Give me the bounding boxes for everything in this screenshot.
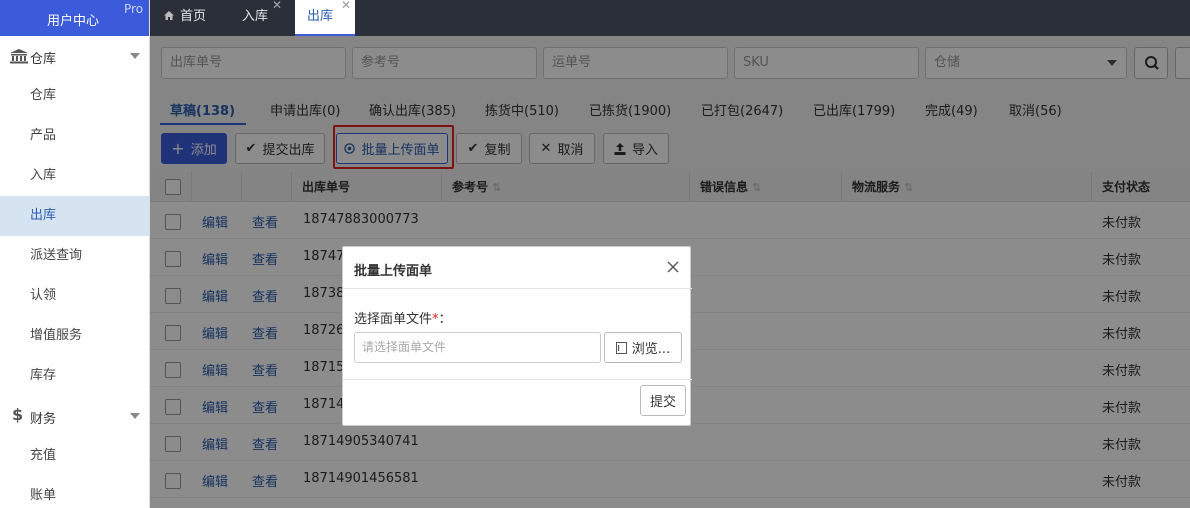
brand-title: 用户中心	[47, 14, 100, 29]
tab-outbound-label: 出库	[307, 9, 334, 24]
dialog-header: 批量上传面单	[343, 247, 692, 289]
tab-home-label: 首页	[180, 9, 207, 24]
file-path-input[interactable]: 请选择面单文件	[354, 332, 601, 363]
sidebar-item-inbound[interactable]: 入库	[0, 156, 149, 196]
home-icon	[164, 0, 174, 20]
chevron-down-icon	[130, 413, 140, 419]
sidebar-group-warehouse[interactable]: 仓库	[0, 36, 149, 76]
batch-upload-dialog: 批量上传面单 选择面单文件*： 请选择面单文件 浏览... 提交	[342, 246, 692, 426]
sidebar-item-recharge[interactable]: 充值	[0, 436, 149, 476]
sidebar: 用户中心 Pro 仓库 仓库 产品 入库 出库 派送查询 认领 增值服务 库存 …	[0, 0, 150, 508]
dialog-title: 批量上传面单	[354, 264, 433, 279]
sidebar-item-bills[interactable]: 账单	[0, 476, 149, 508]
tab-outbound[interactable]: 出库 ✕	[295, 0, 355, 36]
browse-label: 浏览...	[631, 342, 671, 357]
sidebar-item-outbound[interactable]: 出库	[0, 196, 149, 236]
top-tab-bar: 首页 入库 ✕ 出库 ✕	[150, 0, 1190, 36]
bank-icon	[9, 48, 29, 64]
close-icon[interactable]: ✕	[272, 0, 282, 22]
dollar-icon: $	[12, 405, 24, 424]
sidebar-item-inventory[interactable]: 库存	[0, 356, 149, 396]
file-field-label: 选择面单文件*：	[354, 312, 452, 327]
tab-home[interactable]: 首页	[164, 0, 206, 36]
sidebar-group-label: 财务	[30, 412, 57, 427]
submit-button[interactable]: 提交	[640, 385, 686, 416]
sidebar-item-warehouse[interactable]: 仓库	[0, 76, 149, 116]
browse-button[interactable]: 浏览...	[604, 332, 682, 363]
brand-header: 用户中心 Pro	[0, 0, 149, 36]
close-icon[interactable]: ✕	[341, 0, 351, 22]
sidebar-item-value-added[interactable]: 增值服务	[0, 316, 149, 356]
sidebar-item-claim[interactable]: 认领	[0, 276, 149, 316]
dialog-divider	[343, 379, 692, 380]
tab-inbound[interactable]: 入库 ✕	[242, 0, 282, 36]
sidebar-group-label: 仓库	[30, 52, 57, 67]
brand-badge: Pro	[124, 2, 144, 16]
file-icon	[615, 341, 627, 354]
sidebar-group-finance[interactable]: $ 财务	[0, 396, 149, 436]
sidebar-item-products[interactable]: 产品	[0, 116, 149, 156]
close-icon[interactable]	[666, 260, 680, 274]
chevron-down-icon	[130, 53, 140, 59]
sidebar-item-delivery-query[interactable]: 派送查询	[0, 236, 149, 276]
tab-inbound-label: 入库	[242, 9, 269, 24]
